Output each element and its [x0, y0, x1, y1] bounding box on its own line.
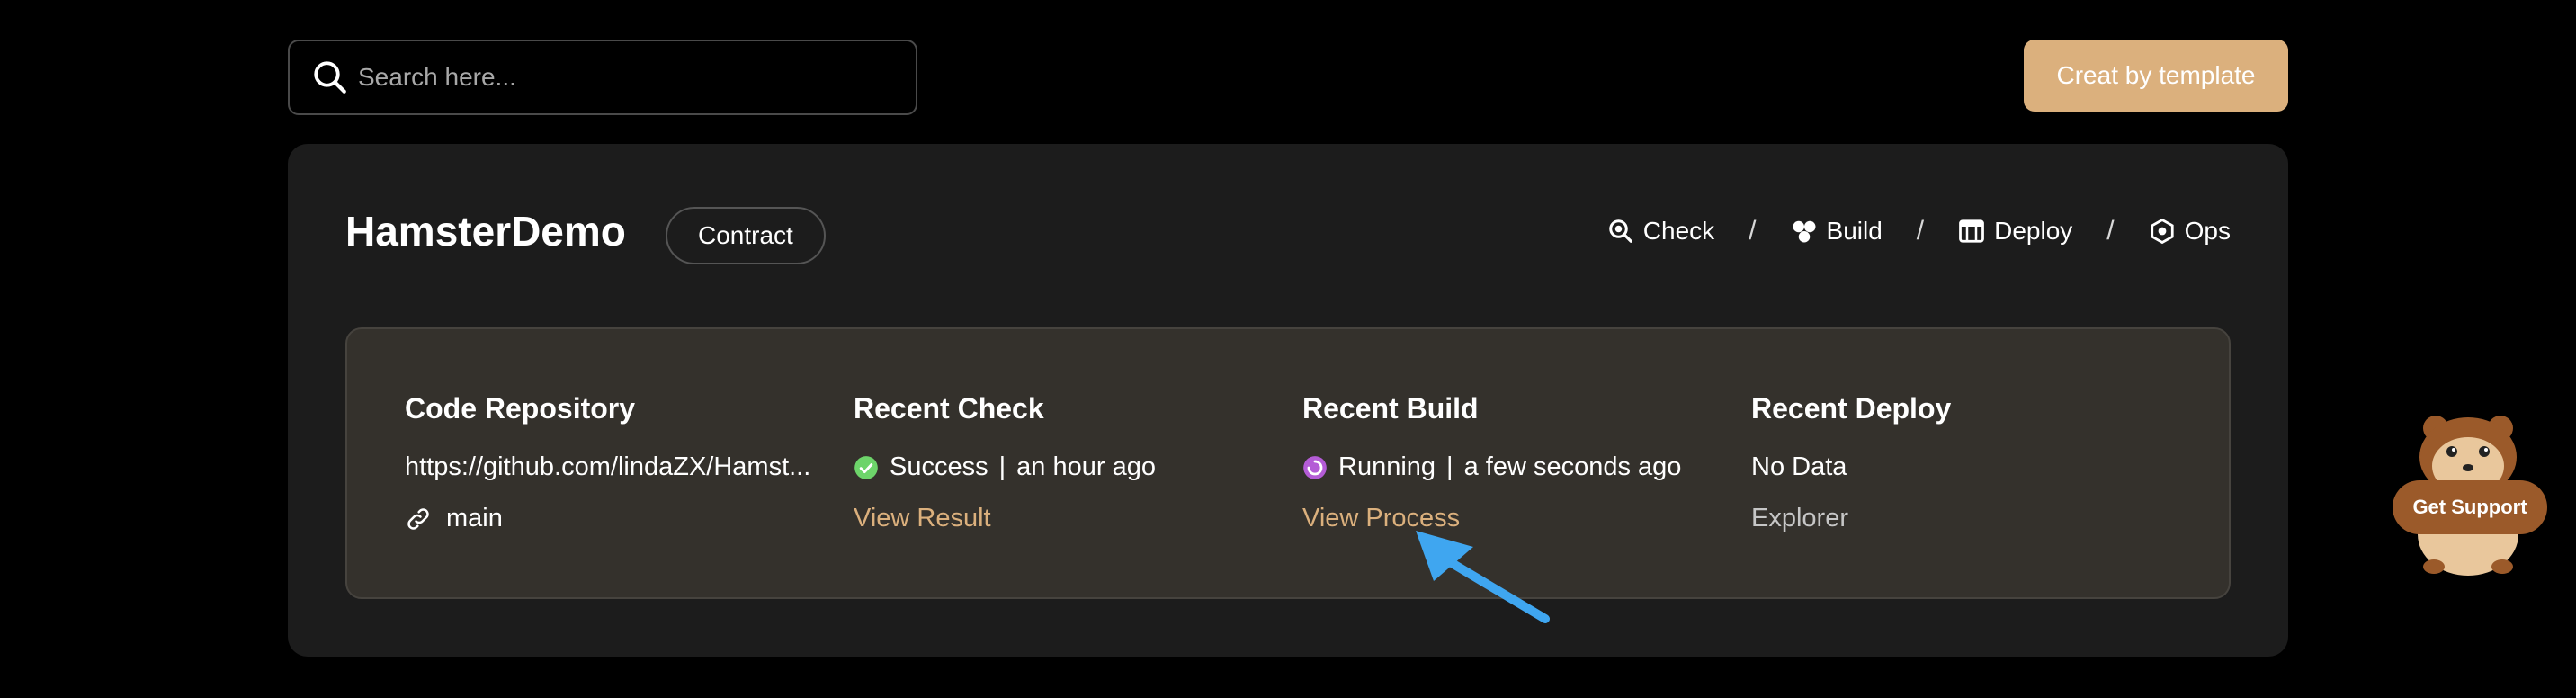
build-divider: | — [1446, 452, 1453, 481]
step-deploy-label: Deploy — [1994, 217, 2073, 245]
success-check-icon — [854, 455, 878, 479]
summary-panel: Code Repository https://github.com/linda… — [345, 327, 2231, 599]
step-ops[interactable]: Ops — [2149, 217, 2231, 246]
recent-deploy-status: No Data — [1751, 452, 2165, 482]
view-result-link[interactable]: View Result — [854, 504, 991, 533]
step-build-label: Build — [1826, 217, 1883, 245]
recent-check-status: Success | an hour ago — [854, 452, 1267, 482]
step-separator: / — [2106, 216, 2115, 246]
server-icon — [1959, 219, 1984, 243]
step-ops-label: Ops — [2184, 217, 2231, 245]
page: Creat by template HamsterDemo Contract C… — [0, 0, 2576, 698]
create-by-template-button[interactable]: Creat by template — [2024, 40, 2288, 112]
build-status-text: Running — [1338, 452, 1436, 481]
recent-check-column: Recent Check Success | an hour ago View … — [854, 392, 1267, 533]
step-build[interactable]: Build — [1791, 217, 1883, 246]
recent-deploy-column: Recent Deploy No Data Explorer — [1751, 392, 2165, 533]
deploy-status-text: No Data — [1751, 452, 1847, 481]
search-box[interactable] — [288, 40, 917, 115]
check-status-text: Success — [890, 452, 988, 481]
code-repository-column: Code Repository https://github.com/linda… — [405, 392, 818, 533]
repository-url-text: https://github.com/lindaZX/Hamst... — [405, 452, 811, 481]
recent-build-title: Recent Build — [1302, 392, 1479, 425]
running-spinner-icon — [1303, 455, 1327, 479]
step-separator: / — [1749, 216, 1757, 246]
link-icon — [407, 507, 429, 530]
cubes-icon — [1793, 220, 1816, 243]
step-check[interactable]: Check — [1607, 217, 1714, 246]
project-title: HamsterDemo — [345, 208, 626, 255]
build-time: a few seconds ago — [1463, 452, 1682, 481]
step-separator: / — [1916, 216, 1925, 246]
recent-deploy-title: Recent Deploy — [1751, 392, 1952, 425]
annotation-arrow-icon — [1416, 531, 1550, 623]
branch-name: main — [446, 504, 503, 532]
check-time: an hour ago — [1016, 452, 1156, 481]
repository-url[interactable]: https://github.com/lindaZX/Hamst... — [405, 452, 818, 482]
magnifier-check-icon — [1609, 219, 1632, 243]
search-input[interactable] — [358, 63, 880, 92]
project-type-tag: Contract — [666, 207, 826, 264]
recent-build-status: Running | a few seconds ago — [1302, 452, 1716, 482]
project-card: HamsterDemo Contract Check / Build / Dep… — [288, 144, 2288, 657]
shield-gear-icon — [2151, 218, 2174, 245]
step-check-label: Check — [1642, 217, 1715, 245]
get-support-button[interactable]: Get Support — [2393, 480, 2547, 534]
recent-deploy-actions: Explorer — [1751, 504, 2165, 533]
step-deploy[interactable]: Deploy — [1958, 217, 2072, 246]
check-divider: | — [998, 452, 1006, 481]
workflow-steps: Check / Build / Deploy / Ops — [1607, 207, 2231, 255]
recent-check-actions: View Result — [854, 504, 1267, 533]
repository-branch: main — [405, 504, 818, 533]
code-repository-title: Code Repository — [405, 392, 636, 425]
search-icon — [314, 61, 346, 94]
explorer-link[interactable]: Explorer — [1751, 504, 1848, 533]
recent-build-column: Recent Build Running | a few seconds ago… — [1302, 392, 1716, 533]
recent-check-title: Recent Check — [854, 392, 1044, 425]
